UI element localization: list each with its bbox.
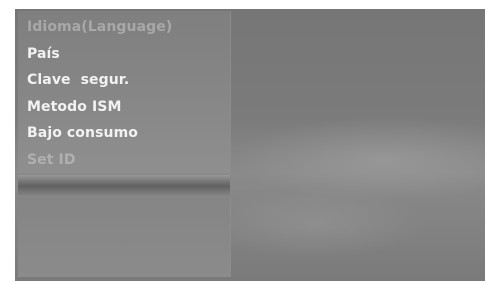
info-panel	[18, 197, 231, 277]
menu-item-country[interactable]: País	[27, 45, 172, 72]
menu-item-set-id: Set ID	[27, 151, 76, 168]
tv-screen: Idioma(Language) País Clave segur. Metod…	[15, 9, 485, 281]
menu-item-low-power[interactable]: Bajo consumo	[27, 124, 172, 151]
menu-item-security-key[interactable]: Clave segur.	[27, 71, 172, 98]
panel-divider	[18, 175, 230, 197]
menu-item-ism-method[interactable]: Metodo ISM	[27, 98, 172, 125]
option-menu-panel: Idioma(Language) País Clave segur. Metod…	[18, 11, 231, 173]
menu-item-language[interactable]: Idioma(Language)	[27, 18, 172, 45]
option-menu-list: Idioma(Language) País Clave segur. Metod…	[27, 18, 172, 177]
